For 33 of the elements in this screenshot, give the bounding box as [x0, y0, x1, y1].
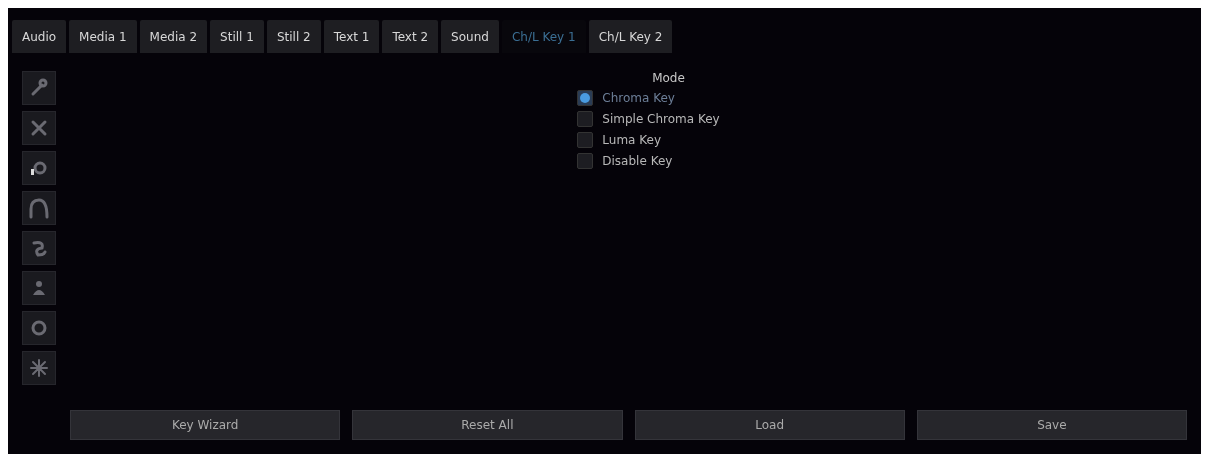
action-button[interactable]: Key Wizard [70, 410, 341, 440]
tool-button[interactable] [22, 151, 56, 185]
action-button[interactable]: Reset All [352, 410, 623, 440]
option-label: Simple Chroma Key [602, 112, 720, 126]
option-label: Disable Key [602, 154, 673, 168]
tool-button[interactable] [22, 351, 56, 385]
tool-button[interactable] [22, 271, 56, 305]
spark-icon [28, 357, 50, 379]
mode-title: Mode [651, 71, 686, 85]
option-label: Luma Key [602, 133, 661, 147]
arc-icon [28, 197, 50, 219]
action-button[interactable]: Load [634, 410, 905, 440]
radio-button[interactable] [577, 153, 594, 169]
tool-button[interactable] [22, 311, 56, 345]
tab[interactable]: Ch/L Key 2 [588, 20, 673, 53]
radio-button[interactable] [577, 90, 594, 106]
radio-button[interactable] [577, 111, 594, 127]
tab[interactable]: Audio [12, 20, 67, 53]
tab[interactable]: Media 1 [69, 20, 137, 53]
tool-button[interactable] [22, 71, 56, 105]
tool-button[interactable] [22, 191, 56, 225]
tool-button[interactable] [22, 111, 56, 145]
tab[interactable]: Media 2 [139, 20, 208, 53]
tab[interactable]: Sound [441, 20, 499, 53]
tab[interactable]: Text 1 [323, 20, 380, 53]
tab[interactable]: Still 2 [266, 20, 321, 53]
tab[interactable]: Still 1 [210, 20, 264, 53]
tool-button[interactable] [22, 231, 56, 265]
action-button[interactable]: Save [916, 410, 1187, 440]
option-label: Chroma Key [602, 91, 675, 105]
tab[interactable]: Text 2 [382, 20, 439, 53]
tab[interactable]: Ch/L Key 1 [501, 20, 586, 53]
radio-button[interactable] [577, 132, 594, 148]
